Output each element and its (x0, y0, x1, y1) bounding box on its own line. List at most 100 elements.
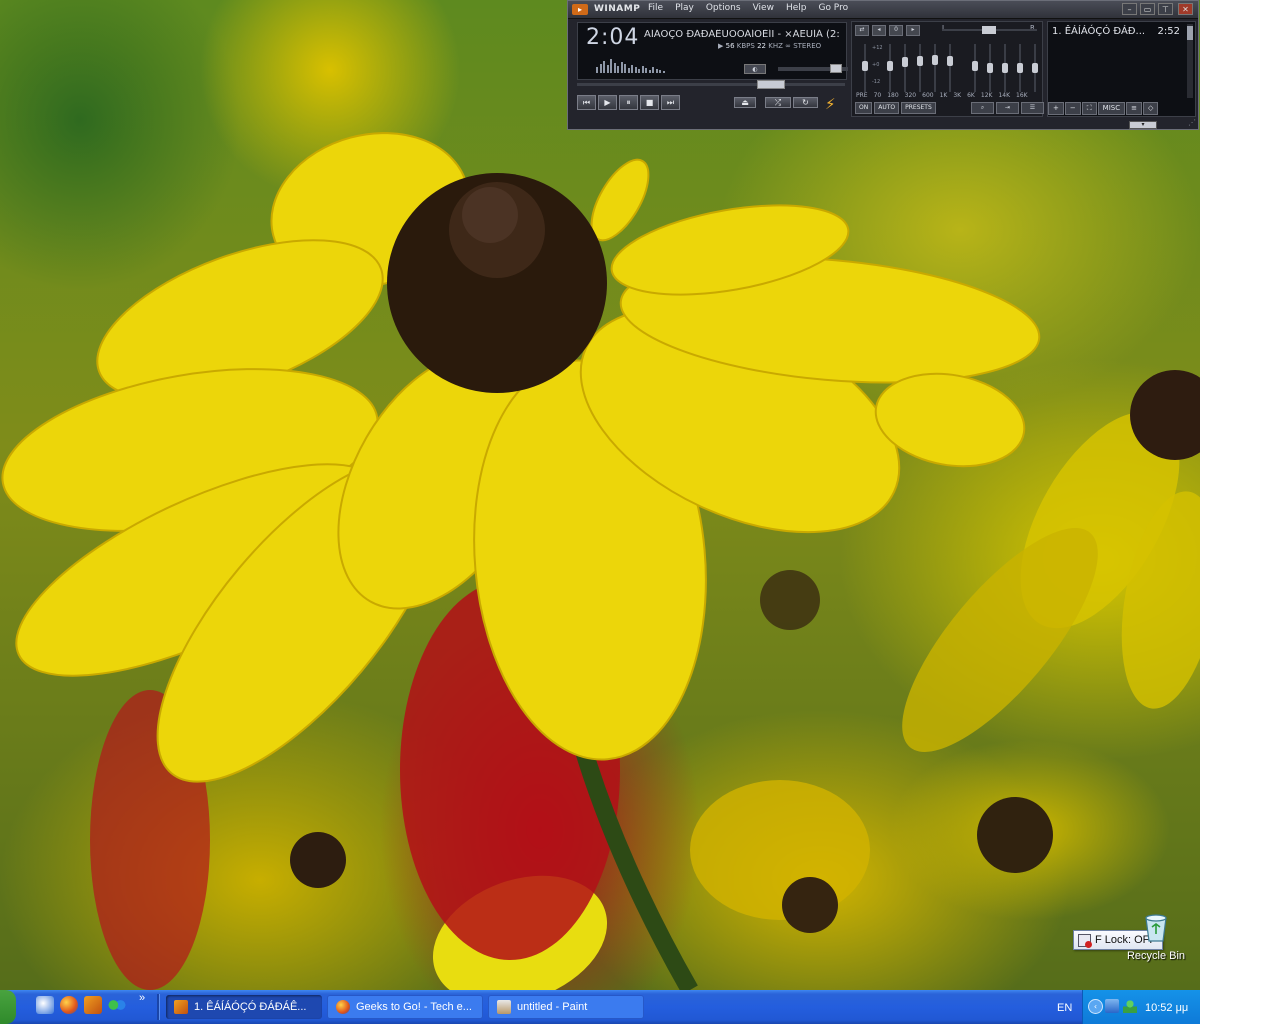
playlist-options-button[interactable]: ◇ (1142, 102, 1159, 115)
pin-icon[interactable]: ⊤ (1158, 3, 1173, 15)
show-desktop-icon[interactable] (36, 996, 54, 1014)
eq-band-track[interactable] (934, 44, 936, 92)
freq-label: 320 (904, 92, 917, 99)
start-button[interactable] (0, 990, 16, 1024)
eq-band-knob[interactable] (917, 56, 923, 66)
eq-band-knob[interactable] (862, 61, 868, 71)
quick-launch-more[interactable]: » (139, 992, 145, 1004)
eq-band-track[interactable] (949, 44, 951, 92)
transport-controls: ⏮ ▶ ⏸ ■ ⏭ (577, 95, 680, 110)
eq-band-knob[interactable] (972, 61, 978, 71)
pause-icon[interactable]: ⏸ (619, 95, 638, 110)
playlist-scroll-thumb[interactable] (1187, 26, 1193, 40)
menu-go-pro[interactable]: Go Pro (818, 3, 848, 13)
eq-band-track[interactable] (919, 44, 921, 92)
spectrum-bar (631, 65, 633, 73)
task-firefox[interactable]: Geeks to Go! - Tech e... (327, 995, 483, 1019)
eq-on-button[interactable]: ON (855, 102, 873, 114)
eq-band-knob[interactable] (887, 61, 893, 71)
eq-band-knob[interactable] (947, 56, 953, 66)
messenger-status-icon[interactable] (1123, 999, 1137, 1013)
playlist-list-button[interactable]: ≡ (1126, 102, 1142, 115)
eq-frequency-labels: PRE 70 180 320 600 1K 3K 6K 12K 14K 16K (856, 92, 1028, 99)
desktop-wallpaper[interactable]: ▸ WINAMP File Play Options View Help Go … (0, 0, 1200, 990)
eq-balance-slider[interactable] (942, 26, 1037, 34)
winamp-window[interactable]: ▸ WINAMP File Play Options View Help Go … (567, 0, 1199, 130)
eq-right-arrow-icon[interactable]: ▸ (906, 25, 920, 36)
next-icon[interactable]: ⏭ (661, 95, 680, 110)
eq-balance-knob[interactable] (982, 26, 996, 34)
track-title-marquee[interactable]: ÄÍÁÓÇÓ ÐÁÐÁÊÙÓÔÁÍÔÉÍÏ - ×ÁËÙÍÁ (2: (644, 29, 844, 40)
playlist-select-button[interactable]: ⛶ (1081, 102, 1097, 115)
eq-band-knob[interactable] (987, 63, 993, 73)
recycle-bin-icon[interactable] (1143, 912, 1169, 942)
taskbar: » 1. ÊÁÍÁÓÇÓ ÐÁÐÁÊ... Geeks to Go! - Tec… (0, 990, 1200, 1024)
previous-icon[interactable]: ⏮ (577, 95, 596, 110)
playlist-scrollbar[interactable] (1187, 24, 1193, 98)
spectrum-bar (641, 66, 644, 73)
eq-list-icon[interactable]: ☰ (1021, 102, 1044, 114)
spectrum-bar (613, 63, 616, 73)
eq-search-icon[interactable]: ⌕ (971, 102, 994, 114)
elapsed-time[interactable]: 2:04 (586, 25, 639, 50)
balance-icon[interactable]: ◐ (744, 64, 766, 74)
menu-help[interactable]: Help (786, 3, 807, 13)
eq-export-icon[interactable]: ⇥ (996, 102, 1019, 114)
menu-file[interactable]: File (648, 3, 663, 13)
firefox-icon[interactable] (60, 996, 78, 1014)
seek-bar[interactable] (577, 80, 845, 89)
winamp-logo-icon[interactable]: ▸ (572, 4, 588, 15)
clock[interactable]: 10:52 μμ (1145, 1002, 1188, 1014)
playlist-remove-button[interactable]: − (1064, 102, 1081, 115)
menu-options[interactable]: Options (706, 3, 741, 13)
eq-auto-button[interactable]: AUTO (874, 102, 900, 114)
menu-play[interactable]: Play (675, 3, 694, 13)
eject-icon[interactable]: ⏏ (734, 97, 756, 108)
quick-launch (36, 996, 126, 1014)
lightning-icon[interactable]: ⚡ (825, 95, 836, 113)
playlist-misc-button[interactable]: MISC (1097, 102, 1126, 115)
eq-zero-icon[interactable]: 0 (889, 25, 903, 36)
recycle-bin[interactable]: Recycle Bin (1126, 912, 1186, 962)
eq-band-knob[interactable] (932, 55, 938, 65)
system-tray: ‹ 10:52 μμ (1082, 990, 1200, 1024)
shade-icon[interactable]: ▭ (1140, 3, 1155, 15)
winamp-icon[interactable] (84, 996, 102, 1014)
language-indicator[interactable]: EN (1057, 1002, 1072, 1014)
tray-expand-icon[interactable]: ‹ (1088, 999, 1103, 1014)
task-winamp[interactable]: 1. ÊÁÍÁÓÇÓ ÐÁÐÁÊ... (166, 995, 322, 1019)
eq-link-icon[interactable]: ⇄ (855, 25, 869, 36)
spectrum-bar (648, 70, 651, 73)
expand-panel-icon[interactable]: ▾ (1129, 121, 1157, 129)
resize-grip-icon[interactable]: ⋰ (1188, 118, 1196, 127)
spectrum-bar (627, 68, 630, 73)
winamp-titlebar[interactable]: ▸ WINAMP File Play Options View Help Go … (568, 1, 1198, 19)
playlist-item[interactable]: 1. ÊÁÍÁÓÇÓ ÐÁÐ... 2:52 (1052, 26, 1180, 37)
equalizer-panel: ⇄ ◂ 0 ▸ L R +12 +0 -12 PRE 70 180 320 60… (851, 21, 1044, 117)
eq-band-track[interactable] (904, 44, 906, 92)
task-paint[interactable]: untitled - Paint (488, 995, 644, 1019)
freq-label: 1K (939, 92, 948, 99)
volume-knob[interactable] (830, 64, 842, 73)
volume-slider[interactable] (778, 64, 848, 73)
minimize-icon[interactable]: – (1122, 3, 1137, 15)
eq-band-knob[interactable] (1032, 63, 1038, 73)
spectrum-bar (662, 71, 665, 73)
repeat-icon[interactable]: ↻ (793, 97, 818, 108)
network-icon[interactable] (1105, 999, 1119, 1013)
eq-band-knob[interactable] (1017, 63, 1023, 73)
playlist-add-button[interactable]: + (1048, 102, 1064, 115)
messenger-icon[interactable] (108, 996, 126, 1014)
stop-icon[interactable]: ■ (640, 95, 659, 110)
eq-presets-button[interactable]: PRESETS (901, 102, 936, 114)
eq-left-arrow-icon[interactable]: ◂ (872, 25, 886, 36)
shuffle-icon[interactable]: ⤮ (765, 97, 791, 108)
eq-band-knob[interactable] (902, 57, 908, 67)
spectrum-visualizer[interactable] (596, 53, 666, 73)
taskbar-separator (157, 994, 160, 1020)
close-icon[interactable]: ✕ (1178, 3, 1193, 15)
eq-band-knob[interactable] (1002, 63, 1008, 73)
play-icon[interactable]: ▶ (598, 95, 617, 110)
seek-knob[interactable] (757, 80, 785, 89)
menu-view[interactable]: View (753, 3, 774, 13)
